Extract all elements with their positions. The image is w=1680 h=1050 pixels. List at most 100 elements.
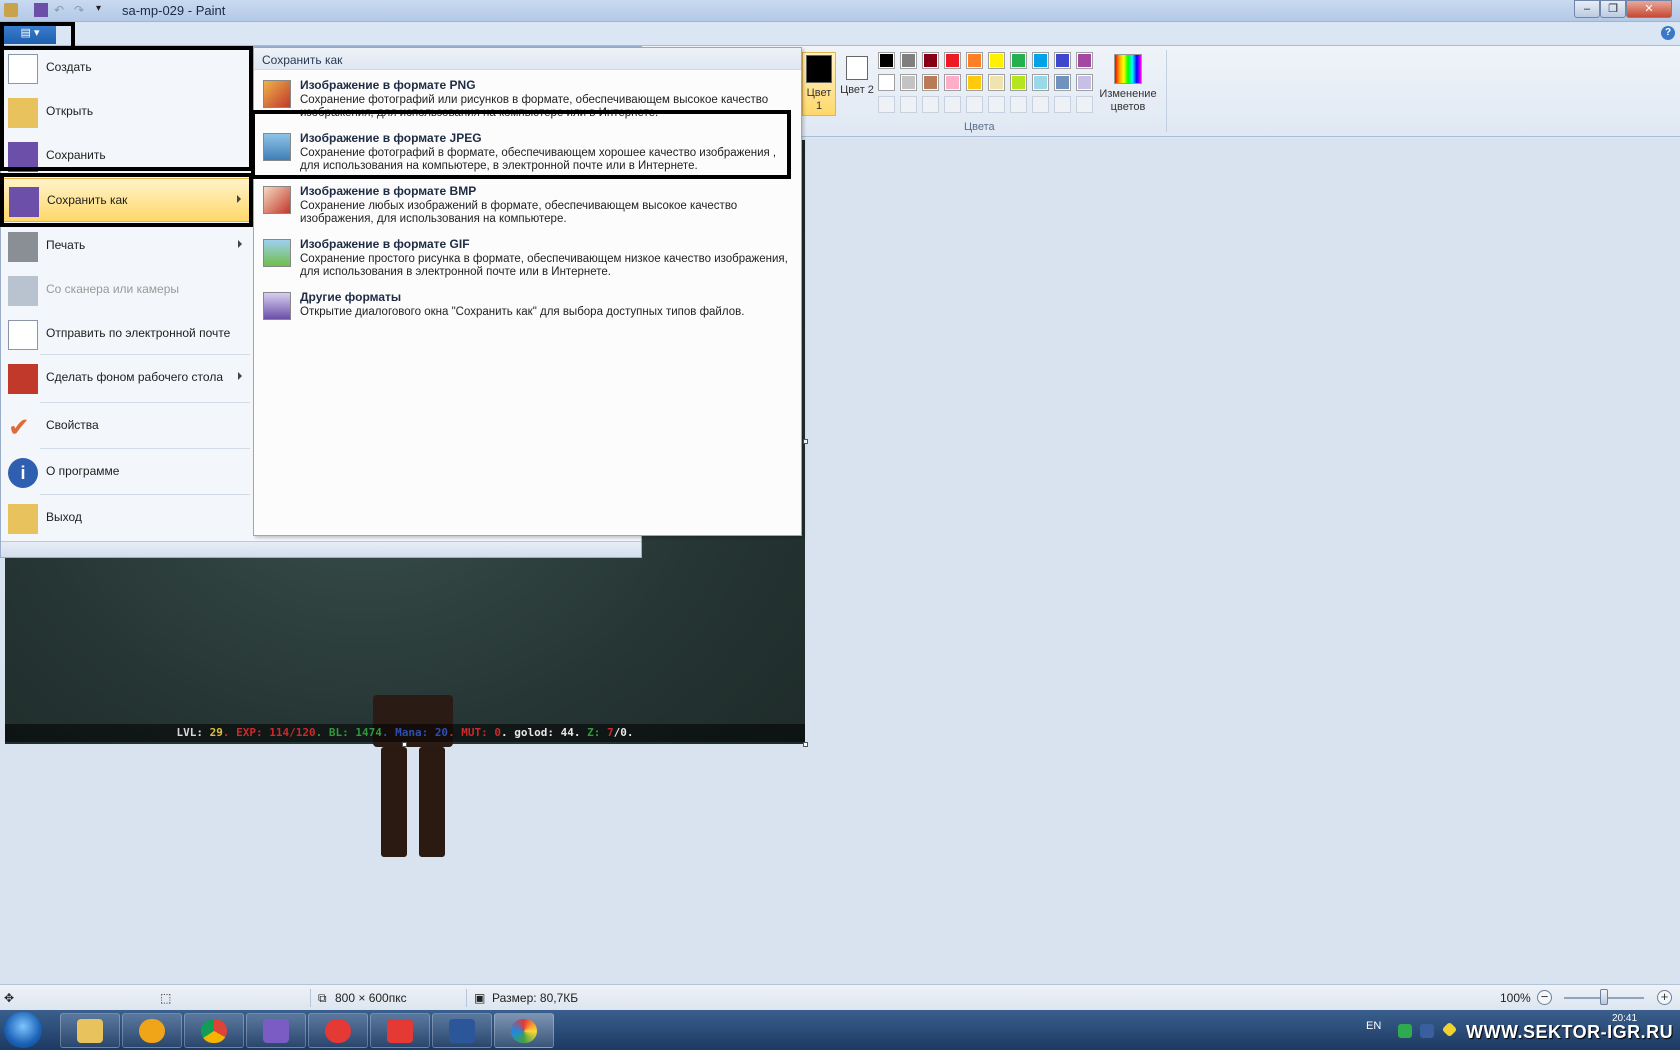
menu-item-exit[interactable]: Выход [2, 496, 252, 540]
color1-selector[interactable]: Цвет 1 [802, 52, 836, 116]
taskbar-chrome[interactable] [184, 1013, 244, 1048]
start-button[interactable] [4, 1012, 42, 1048]
menu-item-desktop-background[interactable]: Сделать фоном рабочего стола [2, 356, 252, 400]
palette-swatch[interactable] [1032, 52, 1049, 69]
menu-footer [1, 541, 641, 557]
hud-text-part: . golod: 44. [501, 726, 588, 739]
taskbar-visual-studio[interactable] [246, 1013, 306, 1048]
hud-text-part: . BL: [315, 726, 356, 739]
tray-utorrent-icon[interactable] [1398, 1024, 1412, 1038]
highlight-box-jpeg [251, 110, 791, 179]
menu-item-checkmark[interactable]: ✔ Свойства [2, 404, 252, 448]
palette-swatch[interactable] [944, 74, 961, 91]
hud-text-part: /0. [613, 726, 634, 739]
maximize-button[interactable]: ❐ [1600, 0, 1626, 18]
menu-item-label: Свойства [46, 418, 99, 432]
palette-swatch[interactable] [966, 52, 983, 69]
palette-swatch[interactable] [900, 52, 917, 69]
resize-handle-bottom[interactable] [402, 742, 407, 747]
save-as-option-description: Открытие диалогового окна "Сохранить как… [300, 306, 745, 318]
printer-icon [8, 232, 38, 262]
color2-swatch [846, 56, 868, 80]
palette-swatch[interactable] [1054, 52, 1071, 69]
quick-save-icon[interactable] [34, 3, 48, 17]
palette-swatch[interactable] [922, 52, 939, 69]
menu-item-label: Со сканера или камеры [46, 282, 179, 296]
resize-handle-corner[interactable] [803, 742, 808, 747]
resize-handle-right[interactable] [803, 439, 808, 444]
save-as-option-title: Изображение в формате BMP [300, 184, 477, 198]
save-as-header: Сохранить как [254, 48, 801, 70]
close-button[interactable]: ✕ [1626, 0, 1672, 18]
help-icon[interactable]: ? [1661, 26, 1675, 40]
palette-empty-slot[interactable] [966, 96, 983, 113]
save-as-option-description: Сохранение простого рисунка в формате, о… [300, 253, 788, 278]
palette-swatch[interactable] [922, 74, 939, 91]
menu-item-email[interactable]: Отправить по электронной почте [2, 312, 252, 356]
palette-swatch[interactable] [988, 74, 1005, 91]
menu-item-label: Сделать фоном рабочего стола [46, 370, 223, 384]
taskbar-word[interactable] [432, 1013, 492, 1048]
taskbar-yandex-browser[interactable] [308, 1013, 368, 1048]
undo-icon[interactable]: ↶ [54, 3, 68, 17]
other-formats-icon [263, 292, 291, 320]
palette-swatch[interactable] [900, 74, 917, 91]
palette-swatch[interactable] [1076, 52, 1093, 69]
taskbar-yandex[interactable] [370, 1013, 430, 1048]
save-as-option-gif-format[interactable]: Изображение в формате GIF Сохранение прос… [254, 235, 801, 287]
taskbar-paint[interactable] [494, 1013, 554, 1048]
palette-empty-slot[interactable] [1054, 96, 1071, 113]
palette-swatch[interactable] [988, 52, 1005, 69]
palette-empty-slot[interactable] [988, 96, 1005, 113]
palette-swatch[interactable] [1076, 74, 1093, 91]
zoom-in-button[interactable]: + [1657, 990, 1672, 1005]
palette-swatch[interactable] [1054, 74, 1071, 91]
zoom-percentage: 100% [1500, 991, 1531, 1005]
minimize-button[interactable]: – [1574, 0, 1600, 18]
paint-app-icon [4, 3, 18, 17]
color2-selector[interactable]: Цвет 2 [840, 52, 874, 116]
highlight-box-save-as [0, 173, 253, 227]
zoom-slider-thumb[interactable] [1600, 989, 1608, 1005]
save-as-option-bmp-format[interactable]: Изображение в формате BMP Сохранение любы… [254, 182, 801, 234]
color1-label: Цвет 1 [806, 87, 832, 112]
palette-swatch[interactable] [878, 52, 895, 69]
menu-item-printer[interactable]: Печать [2, 224, 252, 268]
hud-text-part: . MUT: [448, 726, 495, 739]
tray-vk-icon[interactable] [1420, 1024, 1434, 1038]
redo-icon[interactable]: ↷ [74, 3, 88, 17]
palette-swatch[interactable] [966, 74, 983, 91]
menu-item-scanner[interactable]: Со сканера или камеры [2, 268, 252, 312]
taskbar-aimp[interactable] [122, 1013, 182, 1048]
png-format-icon [263, 80, 291, 108]
menu-item-label: О программе [46, 464, 120, 478]
language-indicator[interactable]: EN [1366, 1020, 1381, 1032]
menu-item-label: Отправить по электронной почте [46, 326, 231, 340]
palette-empty-slot[interactable] [878, 96, 895, 113]
palette-empty-slot[interactable] [1032, 96, 1049, 113]
palette-empty-slot[interactable] [1076, 96, 1093, 113]
customize-quick-access-icon[interactable]: ▾ [96, 3, 110, 17]
checkmark-icon: ✔ [8, 412, 30, 442]
selection-size-icon: ⬚ [160, 991, 172, 1005]
menu-item-info[interactable]: i О программе [2, 450, 252, 494]
palette-swatch[interactable] [944, 52, 961, 69]
palette-swatch[interactable] [1010, 52, 1027, 69]
save-as-option-other-formats[interactable]: Другие форматы Открытие диалогового окна … [254, 288, 801, 340]
palette-swatch[interactable] [1032, 74, 1049, 91]
taskbar-explorer[interactable] [60, 1013, 120, 1048]
highlight-box-top-items [0, 46, 253, 171]
palette-empty-slot[interactable] [900, 96, 917, 113]
zoom-out-button[interactable]: − [1537, 990, 1552, 1005]
palette-empty-slot[interactable] [944, 96, 961, 113]
palette-empty-slot[interactable] [1010, 96, 1027, 113]
palette-swatch[interactable] [1010, 74, 1027, 91]
hud-text-part: 7 [607, 726, 614, 739]
colors-group-label: Цвета [964, 121, 995, 133]
menu-separator [40, 402, 250, 403]
edit-colors-button[interactable]: Изменение цветов [1096, 52, 1160, 114]
color1-swatch [806, 55, 832, 83]
palette-swatch[interactable] [878, 74, 895, 91]
palette-empty-slot[interactable] [922, 96, 939, 113]
ribbon-tab-strip [0, 22, 1680, 46]
